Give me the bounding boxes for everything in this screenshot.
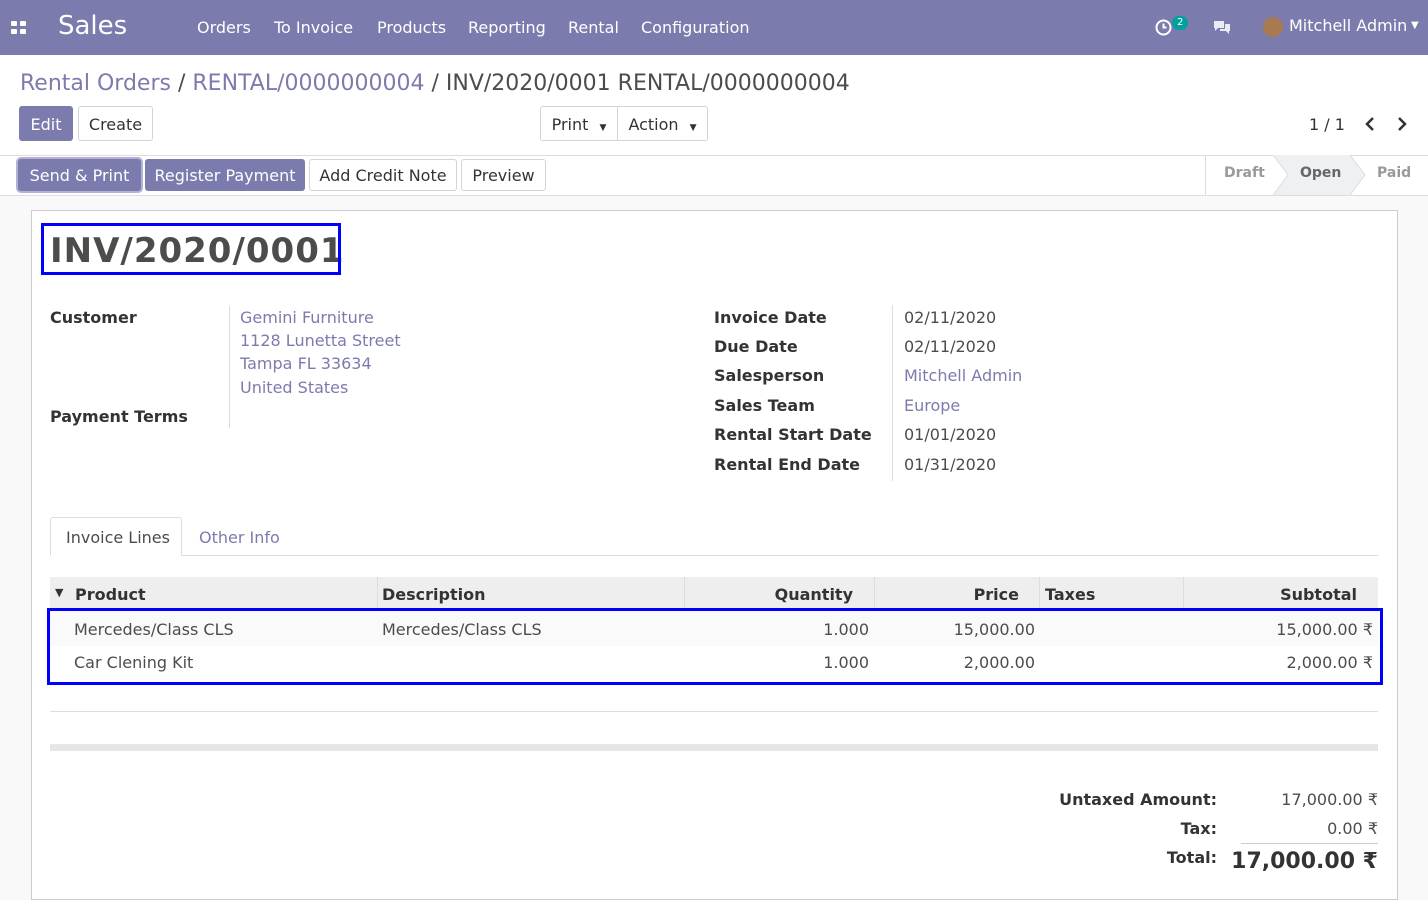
invoice-date-label: Invoice Date (714, 308, 827, 327)
breadcrumb-separator: / (431, 71, 446, 96)
breadcrumb-rental-order[interactable]: RENTAL/0000000004 (192, 71, 424, 96)
customer-street[interactable]: 1128 Lunetta Street (240, 331, 401, 350)
tax-label: Tax: (1180, 819, 1217, 838)
table-row-divider (50, 711, 1378, 712)
pager-value[interactable]: 1 / 1 (1309, 115, 1345, 134)
caret-down-icon: ▼ (689, 123, 697, 133)
breadcrumb-current: INV/2020/0001 RENTAL/0000000004 (445, 71, 850, 96)
column-product[interactable]: Product (75, 585, 146, 604)
status-open[interactable]: Open (1300, 165, 1341, 181)
customer-name-link[interactable]: Gemini Furniture (240, 308, 374, 327)
caret-down-icon: ▼ (599, 123, 607, 133)
breadcrumb: Rental Orders / RENTAL/0000000004 / INV/… (20, 71, 850, 96)
table-footer (50, 744, 1378, 751)
pager-next-icon[interactable] (1396, 116, 1408, 132)
customer-country[interactable]: United States (240, 378, 348, 397)
app-brand[interactable]: Sales (58, 11, 127, 41)
action-dropdown-button[interactable]: Action ▼ (617, 106, 708, 141)
column-quantity[interactable]: Quantity (775, 585, 853, 604)
salesperson-label: Salesperson (714, 366, 825, 385)
add-credit-note-button[interactable]: Add Credit Note (309, 159, 457, 191)
user-menu-name[interactable]: Mitchell Admin (1289, 16, 1407, 35)
highlight-box-title (41, 223, 341, 275)
send-print-button[interactable]: Send & Print (18, 159, 141, 191)
column-divider (874, 577, 875, 608)
preview-button[interactable]: Preview (461, 159, 546, 191)
activity-count-badge: 2 (1172, 16, 1189, 30)
payment-terms-label: Payment Terms (50, 407, 188, 426)
rental-start-date-label: Rental Start Date (714, 425, 872, 444)
user-menu-caret-icon[interactable]: ▼ (1411, 20, 1419, 31)
salesperson-link[interactable]: Mitchell Admin (904, 366, 1022, 385)
due-date-value: 02/11/2020 (904, 337, 997, 356)
breadcrumb-rental-orders[interactable]: Rental Orders (20, 71, 171, 96)
tab-other-info[interactable]: Other Info (199, 528, 280, 547)
menu-configuration[interactable]: Configuration (641, 18, 750, 37)
column-taxes[interactable]: Taxes (1045, 585, 1095, 604)
messaging-chat-icon[interactable] (1212, 19, 1232, 35)
invoice-date-value: 02/11/2020 (904, 308, 997, 327)
total-divider (1241, 843, 1378, 844)
untaxed-amount-value: 17,000.00 ₹ (1281, 790, 1378, 809)
top-navbar: Sales Orders To Invoice Products Reporti… (0, 0, 1428, 55)
pager-previous-icon[interactable] (1364, 116, 1376, 132)
total-value: 17,000.00 ₹ (1231, 849, 1378, 874)
column-price[interactable]: Price (974, 585, 1019, 604)
print-dropdown-button[interactable]: Print ▼ (540, 106, 618, 141)
highlight-box-lines (47, 608, 1383, 685)
breadcrumb-separator: / (177, 71, 193, 96)
menu-rental[interactable]: Rental (568, 18, 619, 37)
menu-to-invoice[interactable]: To Invoice (274, 18, 353, 37)
rental-end-date-value: 01/31/2020 (904, 455, 997, 474)
apps-menu-icon[interactable] (11, 21, 27, 35)
column-subtotal[interactable]: Subtotal (1280, 585, 1357, 604)
customer-city[interactable]: Tampa FL 33634 (240, 354, 372, 373)
customer-label: Customer (50, 308, 137, 327)
edit-button[interactable]: Edit (19, 106, 73, 141)
activity-clock-icon[interactable] (1155, 19, 1172, 36)
sales-team-label: Sales Team (714, 396, 815, 415)
column-divider (1039, 577, 1040, 608)
menu-orders[interactable]: Orders (197, 18, 251, 37)
user-avatar[interactable] (1263, 17, 1283, 37)
column-divider (1183, 577, 1184, 608)
tax-value: 0.00 ₹ (1327, 819, 1378, 838)
tab-invoice-lines[interactable]: Invoice Lines (50, 517, 182, 556)
print-label: Print (551, 115, 589, 134)
register-payment-button[interactable]: Register Payment (145, 159, 305, 191)
menu-reporting[interactable]: Reporting (468, 18, 546, 37)
collapse-caret-icon[interactable]: ▼ (55, 586, 63, 599)
column-divider (377, 577, 378, 608)
column-description[interactable]: Description (382, 585, 485, 604)
rental-end-date-label: Rental End Date (714, 455, 860, 474)
untaxed-amount-label: Untaxed Amount: (1059, 790, 1217, 809)
menu-products[interactable]: Products (377, 18, 446, 37)
field-divider (892, 305, 893, 481)
sales-team-link[interactable]: Europe (904, 396, 960, 415)
total-label: Total: (1166, 848, 1217, 867)
tab-invoice-lines-label: Invoice Lines (66, 528, 170, 547)
status-draft[interactable]: Draft (1224, 165, 1265, 181)
field-divider (229, 306, 230, 428)
create-button[interactable]: Create (78, 106, 153, 141)
action-label: Action (628, 115, 679, 134)
rental-start-date-value: 01/01/2020 (904, 425, 997, 444)
due-date-label: Due Date (714, 337, 798, 356)
column-divider (684, 577, 685, 608)
status-paid[interactable]: Paid (1377, 165, 1411, 181)
tabs-baseline (50, 555, 1378, 556)
invoice-lines-header: ▼ Product Description Quantity Price Tax… (50, 577, 1378, 609)
